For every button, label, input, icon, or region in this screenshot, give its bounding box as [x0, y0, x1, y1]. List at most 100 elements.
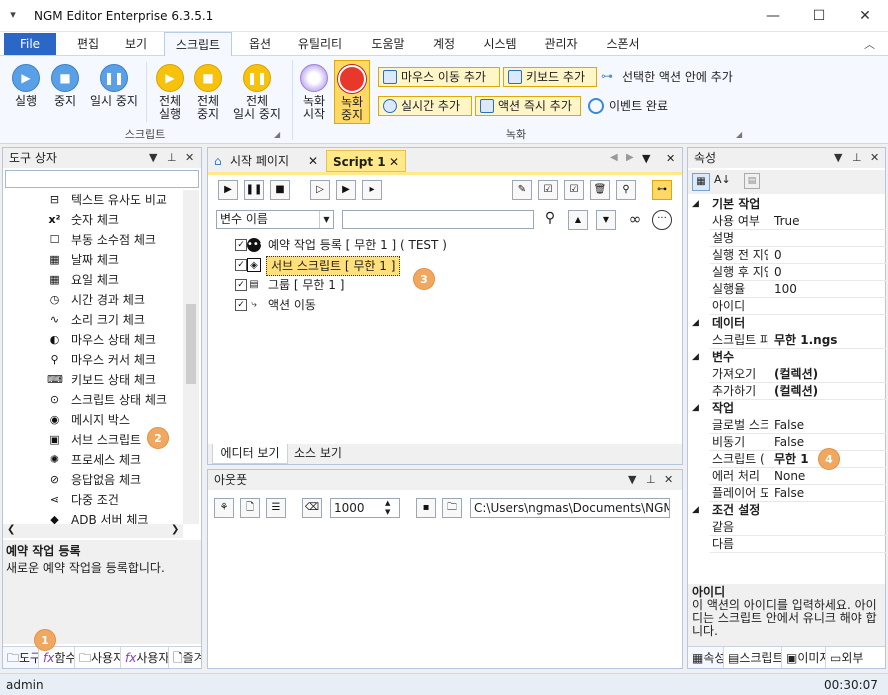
dialog-launcher-icon[interactable]: ◢	[736, 130, 742, 139]
add-realtime-button[interactable]: 실시간 추가	[378, 96, 472, 116]
close-icon[interactable]: ✕	[389, 151, 399, 173]
property-row[interactable]: 에러 처리 None	[710, 468, 886, 485]
panel-menu-icon[interactable]: ▼	[642, 152, 650, 165]
pause-button[interactable]: ❚❚ 일시 중지	[86, 64, 142, 108]
erase-button[interactable]: ⌫	[302, 498, 322, 518]
property-row[interactable]: 실행 후 지연0	[710, 264, 886, 281]
category-data[interactable]: ◢ 데이터	[688, 315, 886, 332]
horizontal-scrollbar[interactable]: ❮ ❯	[3, 524, 183, 538]
step-over-button[interactable]: ▸	[362, 180, 382, 200]
event-done-button[interactable]: 이벤트 완료	[609, 97, 668, 115]
checkbox[interactable]: ✓	[235, 279, 247, 291]
line-count-stepper[interactable]: 1000 ▲ ▼	[330, 498, 400, 518]
check-all-button[interactable]: ☑	[538, 180, 558, 200]
property-row[interactable]: 실행 전 지연0	[710, 247, 886, 264]
edit-action-button[interactable]: ✎	[512, 180, 532, 200]
pause-button[interactable]: ❚❚	[244, 180, 264, 200]
checkbox[interactable]: ✓	[235, 239, 247, 251]
category-condition[interactable]: ◢ 조건 설정	[688, 502, 886, 519]
tab-external[interactable]: ▭외부	[826, 647, 885, 668]
close-icon[interactable]: ✕	[870, 148, 879, 168]
add-mouse-move-button[interactable]: 마우스 이동 추가	[378, 67, 500, 87]
property-row[interactable]: 스크립트 파일무한 1.ngs	[710, 332, 886, 349]
pin-icon[interactable]: ⊥	[852, 148, 862, 168]
tab-properties[interactable]: ▦속성	[688, 647, 724, 668]
tab-user[interactable]: 🗀사용자	[75, 647, 121, 668]
clean-button[interactable]: ⚘	[214, 498, 234, 518]
search-icon[interactable]: ⚲	[540, 210, 560, 230]
toolbox-search-input[interactable]	[5, 170, 199, 188]
variable-dropdown[interactable]: 변수 이름 ▼	[216, 210, 334, 229]
tab-images[interactable]: ▣이미지	[782, 647, 826, 668]
tab-file[interactable]: File	[4, 33, 56, 55]
tab-tools[interactable]: 🗀도구	[3, 647, 39, 668]
tab-editor-view[interactable]: 에디터 보기	[212, 444, 288, 464]
collapse-icon[interactable]: ◢	[692, 349, 699, 366]
run-button[interactable]: ▶ 실행	[6, 64, 46, 108]
log-path-input[interactable]: C:\Users\ngmas\Documents\NGM6\	[470, 498, 670, 518]
add-into-action-button[interactable]: 선택한 액션 안에 추가	[622, 68, 733, 86]
add-action-now-button[interactable]: 액션 즉시 추가	[475, 96, 581, 116]
pause-all-button[interactable]: ❚❚ 전체 일시 중지	[228, 64, 286, 121]
infinity-button[interactable]: ∞	[624, 210, 646, 230]
tab-script[interactable]: 스크립트	[164, 32, 232, 57]
delete-button[interactable]: 🗑	[590, 180, 610, 200]
collapse-icon[interactable]: ◢	[692, 400, 699, 417]
tab-system[interactable]: 시스템	[474, 32, 526, 56]
tab-admin[interactable]: 관리자	[534, 32, 588, 56]
panel-menu-icon[interactable]: ▼	[834, 148, 842, 168]
property-row[interactable]: 실행율 100	[710, 281, 886, 298]
stop-all-button[interactable]: ■ 전체 중지	[188, 64, 228, 121]
tab-help[interactable]: 도움말	[362, 32, 414, 56]
panel-menu-icon[interactable]: ▼	[149, 148, 157, 168]
close-button[interactable]: ✕	[842, 0, 888, 32]
property-row[interactable]: 설명	[710, 230, 886, 247]
panel-menu-icon[interactable]: ▼	[628, 470, 636, 490]
record-start-button[interactable]: 녹화 시작	[296, 64, 332, 121]
scroll-right-icon[interactable]: ▶	[626, 152, 634, 163]
run-all-button[interactable]: ▶ 전체 실행	[150, 64, 190, 121]
property-row[interactable]: 스크립트 (무한 1	[710, 451, 886, 468]
tab-favorites[interactable]: 🗋즐겨찾기	[169, 647, 201, 668]
checkbox[interactable]: ✓	[235, 259, 247, 271]
checkbox[interactable]: ✓	[235, 299, 247, 311]
move-down-button[interactable]: ▼	[596, 210, 616, 230]
category-variables[interactable]: ◢ 변수	[688, 349, 886, 366]
stop-button[interactable]: ■ 중지	[46, 64, 84, 108]
more-button[interactable]: ···	[652, 210, 672, 230]
check-selected-button[interactable]: ☑	[564, 180, 584, 200]
vertical-scrollbar[interactable]	[183, 190, 199, 524]
scroll-left-icon[interactable]: ◀	[610, 152, 618, 163]
record-stop-button[interactable]: 녹화 중지	[334, 60, 370, 124]
list-button[interactable]: ☰	[266, 498, 286, 518]
play-button[interactable]: ▶	[218, 180, 238, 200]
tab-view[interactable]: 보기	[114, 32, 158, 56]
variable-value-input[interactable]	[342, 210, 534, 229]
close-icon[interactable]: ✕	[308, 150, 318, 172]
tab-sponsor[interactable]: 스폰서	[596, 32, 650, 56]
tab-start-page[interactable]: ⌂ 시작 페이지 ✕	[210, 150, 326, 172]
tab-edit[interactable]: 편집	[66, 32, 110, 56]
property-row[interactable]: 가져오기 (컬렉션)	[710, 366, 886, 383]
property-row[interactable]: 플레이어 모드False	[710, 485, 886, 502]
categorized-icon[interactable]: ▦	[692, 173, 710, 191]
tab-scripts[interactable]: ▤스크립트	[724, 647, 782, 668]
pin-icon[interactable]: ⊥	[646, 470, 656, 490]
scroll-right-icon[interactable]: ❯	[171, 524, 179, 535]
collapse-icon[interactable]: ◢	[692, 196, 699, 213]
save-button[interactable]: ▪	[416, 498, 436, 518]
tree-view-button[interactable]: ⊶	[652, 180, 672, 200]
tab-user-functions[interactable]: fx사용자 함수	[121, 647, 169, 668]
stepper-arrows-icon[interactable]: ▲ ▼	[385, 499, 390, 517]
open-folder-button[interactable]: 🗀	[442, 498, 462, 518]
property-row[interactable]: 추가하기 (컬렉션)	[710, 383, 886, 400]
property-row[interactable]: 아이디	[710, 298, 886, 315]
category-basic[interactable]: ◢ 기본 작업	[688, 196, 886, 213]
tab-source-view[interactable]: 소스 보기	[288, 444, 348, 464]
pin-icon[interactable]: ⊥	[167, 148, 177, 168]
close-icon[interactable]: ✕	[185, 148, 194, 168]
new-log-button[interactable]: 🗋	[240, 498, 260, 518]
tab-script-1[interactable]: Script 1 ✕	[326, 150, 406, 172]
move-up-button[interactable]: ▲	[568, 210, 588, 230]
chevron-down-icon[interactable]: ▼	[319, 211, 333, 228]
